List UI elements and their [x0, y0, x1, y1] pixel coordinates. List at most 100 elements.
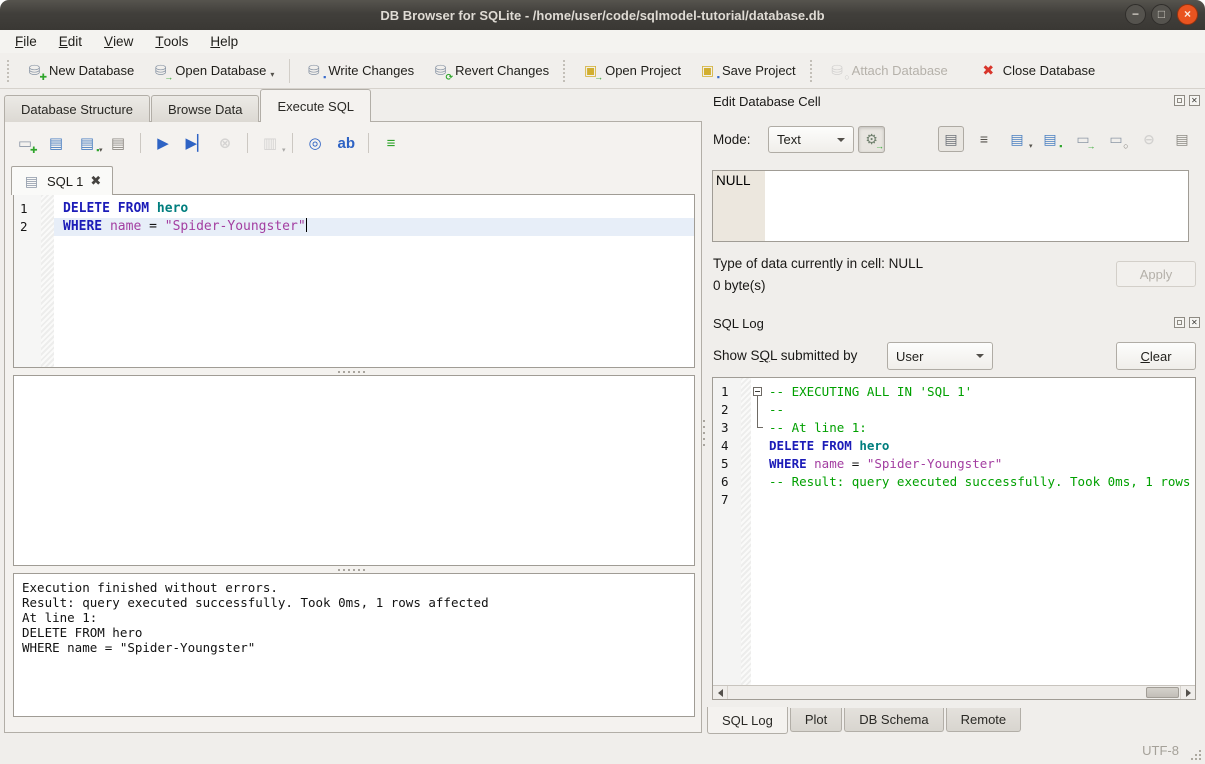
execute-all-button[interactable]: ▶ — [152, 133, 174, 153]
set-null-button[interactable]: ⊖ — [1136, 126, 1162, 152]
dock-tab-bar: SQL LogPlotDB SchemaRemote — [707, 708, 1023, 734]
float-dock-icon[interactable] — [1174, 95, 1185, 106]
cell-editor[interactable]: NULL — [712, 170, 1189, 242]
mode-label: Mode: — [713, 126, 751, 153]
gear-apply-icon: ⚙→ — [863, 131, 880, 148]
results-status-splitter[interactable] — [5, 566, 701, 573]
write-changes-button[interactable]: ⛁▪Write Changes — [296, 58, 423, 83]
mode-select-value: Text — [777, 132, 801, 147]
export-results-button[interactable]: ▥▾ — [259, 133, 281, 153]
menu-file[interactable]: File — [4, 30, 48, 53]
db-revert-icon: ⛁⟳ — [432, 62, 449, 79]
toolbar-separator — [140, 133, 141, 153]
attach-database-button[interactable]: ⛁○Attach Database — [820, 58, 957, 83]
auto-apply-button[interactable]: ⚙→ — [858, 126, 885, 153]
tab-database-structure[interactable]: Database Structure — [4, 95, 150, 122]
cell-size-info: 0 byte(s) — [713, 278, 766, 293]
revert-changes-button[interactable]: ⛁⟳ Revert Changes — [423, 58, 558, 83]
open-database-button[interactable]: ⛁→Open Database▾ — [143, 58, 283, 83]
export-data-button[interactable]: ▤▪ — [1037, 126, 1063, 152]
new-database-button[interactable]: ⛁✚New Database — [17, 58, 143, 83]
code-line[interactable]: 2WHERE name = "Spider-Youngster" — [54, 218, 694, 236]
stop-icon: ⊗ — [217, 135, 234, 152]
sql-code-lines: 1DELETE FROM hero2WHERE name = "Spider-Y… — [14, 200, 694, 236]
maximize-button[interactable]: □ — [1151, 4, 1172, 25]
log-horizontal-scrollbar[interactable] — [713, 685, 1195, 699]
tab-new-icon: ▭✚ — [17, 135, 34, 152]
line-number: 7 — [721, 491, 749, 509]
menu-tools[interactable]: Tools — [144, 30, 199, 53]
close-button[interactable]: × — [1177, 4, 1198, 25]
resize-grip[interactable] — [1189, 748, 1201, 760]
sql-editor[interactable]: 1DELETE FROM hero2WHERE name = "Spider-Y… — [13, 194, 695, 368]
execution-status-pane: Execution finished without errors. Resul… — [13, 573, 695, 717]
save-sql-file-button[interactable]: ▤▪▾ — [76, 133, 98, 153]
set-null-icon: ⊖ — [1141, 131, 1158, 148]
save-project-label: Save Project — [722, 63, 796, 78]
revert-changes-label: Revert Changes — [455, 63, 549, 78]
word-wrap-icon: ≡ — [976, 131, 993, 148]
dock-tab-sql-log[interactable]: SQL Log — [707, 707, 788, 734]
clear-log-button[interactable]: Clear — [1116, 342, 1196, 370]
find-button[interactable]: ◎ — [304, 133, 326, 153]
open-sql-file-button[interactable]: ▤ — [45, 133, 67, 153]
open-project-button[interactable]: ▣→Open Project — [573, 58, 690, 83]
log-line: 5WHERE name = "Spider-Youngster" — [769, 455, 1195, 473]
print-cell-button[interactable]: ▤ — [1169, 126, 1195, 152]
edit-cell-dock-header: Edit Database Cell — [707, 92, 1205, 112]
word-wrap-button[interactable]: ≡ — [971, 126, 997, 152]
splitter-handle-dots — [338, 371, 368, 373]
db-write-icon: ⛁▪ — [305, 62, 322, 79]
log-filter-select[interactable]: User — [887, 342, 993, 370]
export-results-icon: ▥▾ — [262, 135, 279, 152]
fold-collapse-icon[interactable] — [753, 387, 762, 396]
sql-editor-toolbar: ▭✚ ▤ ▤▪▾ ▤ ▶ ▶▏ ⊗ ▥▾ ◎ ab ≡ — [14, 133, 402, 153]
scrollbar-thumb[interactable] — [1146, 687, 1179, 698]
float-dock-icon[interactable] — [1174, 317, 1185, 328]
attach-database-label: Attach Database — [852, 63, 948, 78]
db-open-icon: ⛁→ — [152, 62, 169, 79]
window-title: DB Browser for SQLite - /home/user/code/… — [380, 8, 824, 23]
log-line: 1-- EXECUTING ALL IN 'SQL 1' — [769, 383, 1195, 401]
dock-tab-remote[interactable]: Remote — [946, 708, 1022, 732]
execute-current-line-button[interactable]: ▶▏ — [183, 133, 205, 153]
edit-cell-title: Edit Database Cell — [713, 94, 821, 109]
sql-file-tab[interactable]: ▤SQL 1✖ — [11, 166, 113, 195]
print-button[interactable]: ▤ — [107, 133, 129, 153]
editor-results-splitter[interactable] — [5, 368, 701, 375]
import-data-button[interactable]: ▤▾ — [1004, 126, 1030, 152]
code-line[interactable]: 1DELETE FROM hero — [54, 200, 694, 218]
tab-execute-sql[interactable]: Execute SQL — [260, 89, 371, 122]
dock-tab-plot[interactable]: Plot — [790, 708, 842, 732]
close-database-button[interactable]: ✖Close Database — [971, 58, 1105, 83]
line-number: 5 — [721, 455, 749, 473]
menu-help[interactable]: Help — [199, 30, 249, 53]
proj-open-icon: ▣→ — [582, 62, 599, 79]
dock-tab-db-schema[interactable]: DB Schema — [844, 708, 943, 732]
copy-link-button[interactable]: ▭○ — [1103, 126, 1129, 152]
tab-browse-data[interactable]: Browse Data — [151, 95, 259, 122]
line-number: 6 — [721, 473, 749, 491]
open-new-tab-button[interactable]: ▭✚ — [14, 133, 36, 153]
menubar: FileEditViewToolsHelp — [0, 30, 1205, 53]
scroll-left-icon[interactable] — [713, 686, 728, 699]
mode-select[interactable]: Text — [768, 126, 854, 153]
auto-format-button[interactable]: ≡ — [380, 133, 402, 153]
titlebar[interactable]: DB Browser for SQLite - /home/user/code/… — [0, 0, 1205, 30]
statusbar: UTF-8 — [0, 735, 1205, 764]
sql-log-view[interactable]: 1-- EXECUTING ALL IN 'SQL 1'2--3-- At li… — [712, 377, 1196, 700]
stop-execution-button[interactable]: ⊗ — [214, 133, 236, 153]
open-in-external-button[interactable]: ▭→ — [1070, 126, 1096, 152]
menu-edit[interactable]: Edit — [48, 30, 93, 53]
save-project-button[interactable]: ▣▪Save Project — [690, 58, 805, 83]
scroll-right-icon[interactable] — [1180, 686, 1195, 699]
text-mode-button[interactable]: ▤ — [938, 126, 964, 152]
find-and-replace-button[interactable]: ab — [335, 133, 357, 153]
close-tab-icon[interactable]: ✖ — [90, 173, 101, 189]
minimize-button[interactable]: − — [1125, 4, 1146, 25]
apply-button[interactable]: Apply — [1116, 261, 1196, 287]
close-dock-icon[interactable] — [1189, 95, 1200, 106]
menu-view[interactable]: View — [93, 30, 144, 53]
close-dock-icon[interactable] — [1189, 317, 1200, 328]
toolbar-separator — [247, 133, 248, 153]
